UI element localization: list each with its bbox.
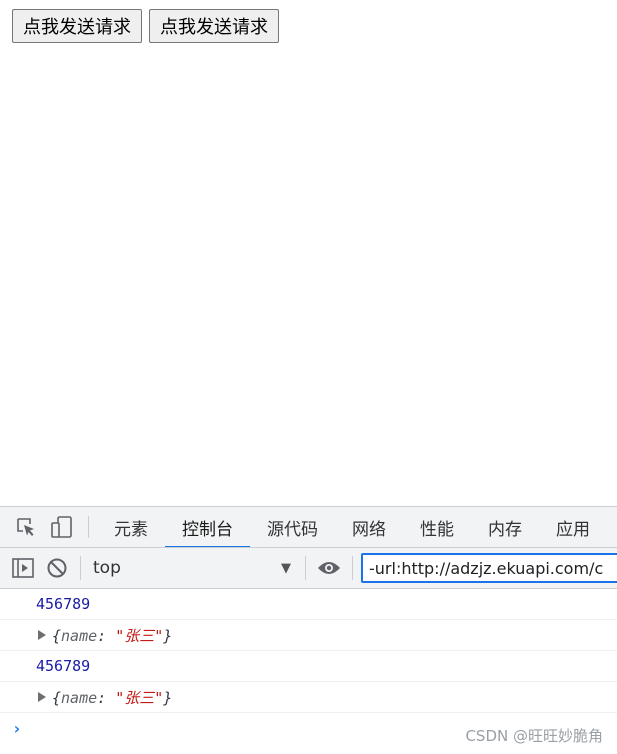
live-expression-eye-icon[interactable] <box>312 548 346 588</box>
log-number: 456789 <box>36 657 91 675</box>
object-preview: {name: "张三"} <box>52 688 173 707</box>
tab-performance[interactable]: 性能 <box>403 507 471 547</box>
tab-elements[interactable]: 元素 <box>97 507 165 547</box>
page-root: 点我发送请求 点我发送请求 元素 控制台 源代码 网络 性能 内存 应用 top… <box>0 0 617 754</box>
tab-application[interactable]: 应用 <box>539 507 607 547</box>
devtools-panel: 元素 控制台 源代码 网络 性能 内存 应用 top ▼ -url:http:/… <box>0 506 617 754</box>
send-request-button-1[interactable]: 点我发送请求 <box>12 9 142 43</box>
send-request-button-2[interactable]: 点我发送请求 <box>149 9 279 43</box>
console-filter-input[interactable]: -url:http://adzjz.ekuapi.com/c <box>361 553 617 583</box>
log-row: 456789 <box>0 589 617 620</box>
log-row: 456789 <box>0 651 617 682</box>
log-number: 456789 <box>36 595 91 613</box>
toolbar-divider <box>305 556 306 580</box>
tabbar-divider <box>88 516 89 538</box>
object-key: name <box>61 688 98 707</box>
object-key: name <box>61 626 98 645</box>
tab-memory[interactable]: 内存 <box>471 507 539 547</box>
log-row-object[interactable]: {name: "张三"} <box>0 682 617 713</box>
clear-console-icon[interactable] <box>40 548 74 588</box>
expand-arrow-icon[interactable] <box>38 692 46 702</box>
tab-network[interactable]: 网络 <box>335 507 403 547</box>
context-selector[interactable]: top ▼ <box>87 548 299 588</box>
tab-sources[interactable]: 源代码 <box>250 507 335 547</box>
console-log-area: 456789 {name: "张三"} 456789 {name: "张三"} … <box>0 589 617 744</box>
dropdown-arrow-icon: ▼ <box>281 560 291 576</box>
watermark: CSDN @旺旺妙脆角 <box>465 727 603 745</box>
toolbar-divider <box>352 556 353 580</box>
show-sidebar-icon[interactable] <box>6 548 40 588</box>
page-button-group: 点我发送请求 点我发送请求 <box>12 9 279 43</box>
context-value: top <box>93 558 121 578</box>
object-preview: {name: "张三"} <box>52 626 173 645</box>
object-value: "张三" <box>115 626 164 645</box>
object-value: "张三" <box>115 688 164 707</box>
console-toolbar: top ▼ -url:http://adzjz.ekuapi.com/c <box>0 548 617 589</box>
devtools-tabbar: 元素 控制台 源代码 网络 性能 内存 应用 <box>0 506 617 548</box>
device-toolbar-icon[interactable] <box>44 507 80 547</box>
log-row-object[interactable]: {name: "张三"} <box>0 620 617 651</box>
expand-arrow-icon[interactable] <box>38 630 46 640</box>
inspect-element-icon[interactable] <box>8 507 44 547</box>
toolbar-divider <box>80 556 81 580</box>
tab-console[interactable]: 控制台 <box>165 507 250 547</box>
prompt-chevron-icon: › <box>12 719 22 738</box>
